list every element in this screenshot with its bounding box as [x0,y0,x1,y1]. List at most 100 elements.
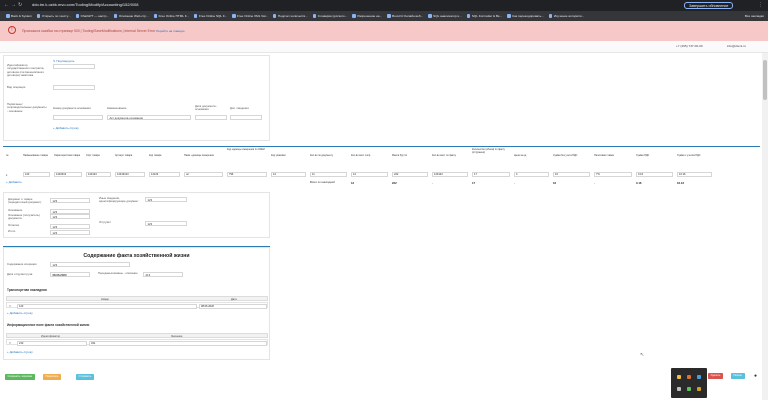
transport-add-link[interactable]: + Добавить строку [7,311,33,315]
menu-icon[interactable]: ⋮ [758,2,763,8]
tray-icon-6[interactable] [697,387,701,391]
table-cell[interactable]: 12 [271,172,306,177]
tray-icon-3[interactable] [697,375,701,379]
delivered-input[interactable]: 213 [143,272,183,277]
extra-input[interactable] [230,115,262,120]
bookmark-label: Free Online XML Val... [237,14,268,18]
reload-icon[interactable]: ↻ [18,2,22,8]
table-cell[interactable]: 17 [472,172,510,177]
table-cell[interactable]: 7% [594,172,632,177]
bookmark-item[interactable]: Back & System [6,14,32,18]
counterparty-input[interactable] [53,64,95,69]
table-cell[interactable]: 16 [553,172,590,177]
tray-icon-4[interactable] [677,387,681,391]
email-text[interactable]: info@client.ru [727,44,746,48]
confirm-link[interactable]: ✎ Подтвердить [53,59,74,63]
table-header-cell: Код товара [149,154,162,157]
row-delete-icon[interactable]: × [9,304,11,308]
bookmark-item[interactable]: SQL анализатор и... [428,14,462,18]
info-col-id: Идентификатор [41,334,61,338]
transport-number-input[interactable]: 123 [17,303,197,309]
table-cell[interactable]: 123123 [86,172,111,177]
bookmark-item[interactable]: Free Online XML Val... [232,14,268,18]
bookmark-item[interactable]: SQL Formatter & Be... [466,14,502,18]
doc-number-input[interactable] [53,115,103,120]
doc-date-input[interactable] [195,115,227,120]
info-add-text: Добавить строку [9,350,33,354]
add-doc-row-link[interactable]: + Добавить строку [53,126,79,130]
error-home-link[interactable]: Перейти на главную [156,29,184,33]
table-cell[interactable]: шт [184,172,223,177]
table-add-link[interactable]: + Добавить [6,180,22,184]
bookmark-item[interactable]: Описание Web-стр... [113,14,149,18]
info-value-input[interactable]: 341 [89,340,267,346]
bookmark-label: Back & System [11,14,32,18]
table-cell[interactable]: 123 [23,172,50,177]
doc-name-input[interactable]: Акт документа-основания [107,115,191,120]
bookmark-item[interactable]: ChatGPT — настр... [75,14,109,18]
print-button[interactable]: Печать [731,373,745,379]
bookmark-item[interactable]: Free Online SQL F... [193,14,227,18]
doc-date-label: Дата документа - основания [195,104,218,112]
bookmark-favicon-icon [232,14,236,18]
form2-input[interactable]: 123 [50,214,90,219]
content-input[interactable]: 123 [50,262,130,267]
transport-header: Номер Дата [6,296,268,301]
scrollbar-thumb[interactable] [763,60,767,100]
bookmark-item[interactable]: Открыть по тексту... [36,14,71,18]
address-bar[interactable]: ddo.tm.k.ozbk.mvo.com/Tooling/Modify/Acc… [32,2,139,7]
form2-label: Отметка [8,223,19,227]
bookmark-item[interactable]: Разрешение на... [352,14,382,18]
bookmark-label: Boot-hit Онлайн веб... [392,14,424,18]
form2-right-input[interactable]: 123 [145,221,187,226]
table-header-cell: Кол-во мест по факту [432,154,456,157]
transport-date-input[interactable]: 08.06.2020 [199,303,267,309]
update-button[interactable]: Завершить обновление [684,2,734,9]
tray-icon-1[interactable] [677,375,681,379]
table-cell[interactable]: 222 [392,172,428,177]
table-cell[interactable]: 12123 [149,172,180,177]
table-header-cell: Масса брутто [392,154,408,157]
tray-icon-5[interactable] [687,387,691,391]
table-cell[interactable]: 796 [227,172,267,177]
delete-button[interactable]: Удалить [708,373,723,379]
table-cell[interactable]: 12313123 [115,172,145,177]
info-add-link[interactable]: + Добавить строку [7,350,33,354]
table-cell[interactable]: 4 [514,172,549,177]
table-cell[interactable]: 0.16 [636,172,673,177]
bookmark-label: Словарик русского... [317,14,348,18]
operation-code-input[interactable] [53,85,95,90]
bookmark-item[interactable]: Изучение алгоритм... [548,14,584,18]
send-button[interactable]: Отправить [76,374,94,380]
totals-cell: - [432,181,433,185]
totals-cell: - [514,181,515,185]
bookmark-item[interactable]: Boot-hit Онлайн веб... [387,14,423,18]
table-cell[interactable]: 1232313 [54,172,82,177]
table-cell[interactable]: 123123 [432,172,468,177]
form2-input[interactable]: 123 [50,198,90,203]
bookmark-item[interactable]: Free Online HTML F... [153,14,189,18]
error-text: Произошла ошибка на странице 500 | Tooli… [22,29,156,33]
fact-title: Содержание факта хозяйственной жизни [83,253,190,259]
tray-icon-2[interactable] [687,375,691,379]
back-icon[interactable]: ← [4,2,9,8]
form2-input[interactable]: 123 [50,230,90,235]
info-delete-icon[interactable]: × [9,341,11,345]
forward-icon[interactable]: → [11,2,16,8]
bookmark-item[interactable]: Как перекодировать... [507,14,544,18]
form2-right-input[interactable]: 123 [145,197,187,202]
save-draft-button[interactable]: Сохранить черновик [5,374,35,380]
sign-button[interactable]: Подписать [43,374,61,380]
table-header-cell: Наименование товара [23,154,48,157]
table-cell[interactable]: 12 [351,172,388,177]
form2-input[interactable]: 123 [50,224,90,229]
bookmark-item[interactable]: Подсчет количеств... [272,14,308,18]
table-cell[interactable]: 16.16 [677,172,712,177]
info-id-input[interactable]: 213 [17,340,87,346]
table-cell[interactable]: 11 [310,172,347,177]
bookmark-item[interactable]: Словарик русского... [312,14,348,18]
page-scrollbar[interactable] [762,53,768,400]
date-input[interactable]: 08.06.2020 [50,272,90,277]
pin-icon[interactable]: ● [754,373,757,379]
all-bookmarks[interactable]: Все закладки [745,14,768,18]
